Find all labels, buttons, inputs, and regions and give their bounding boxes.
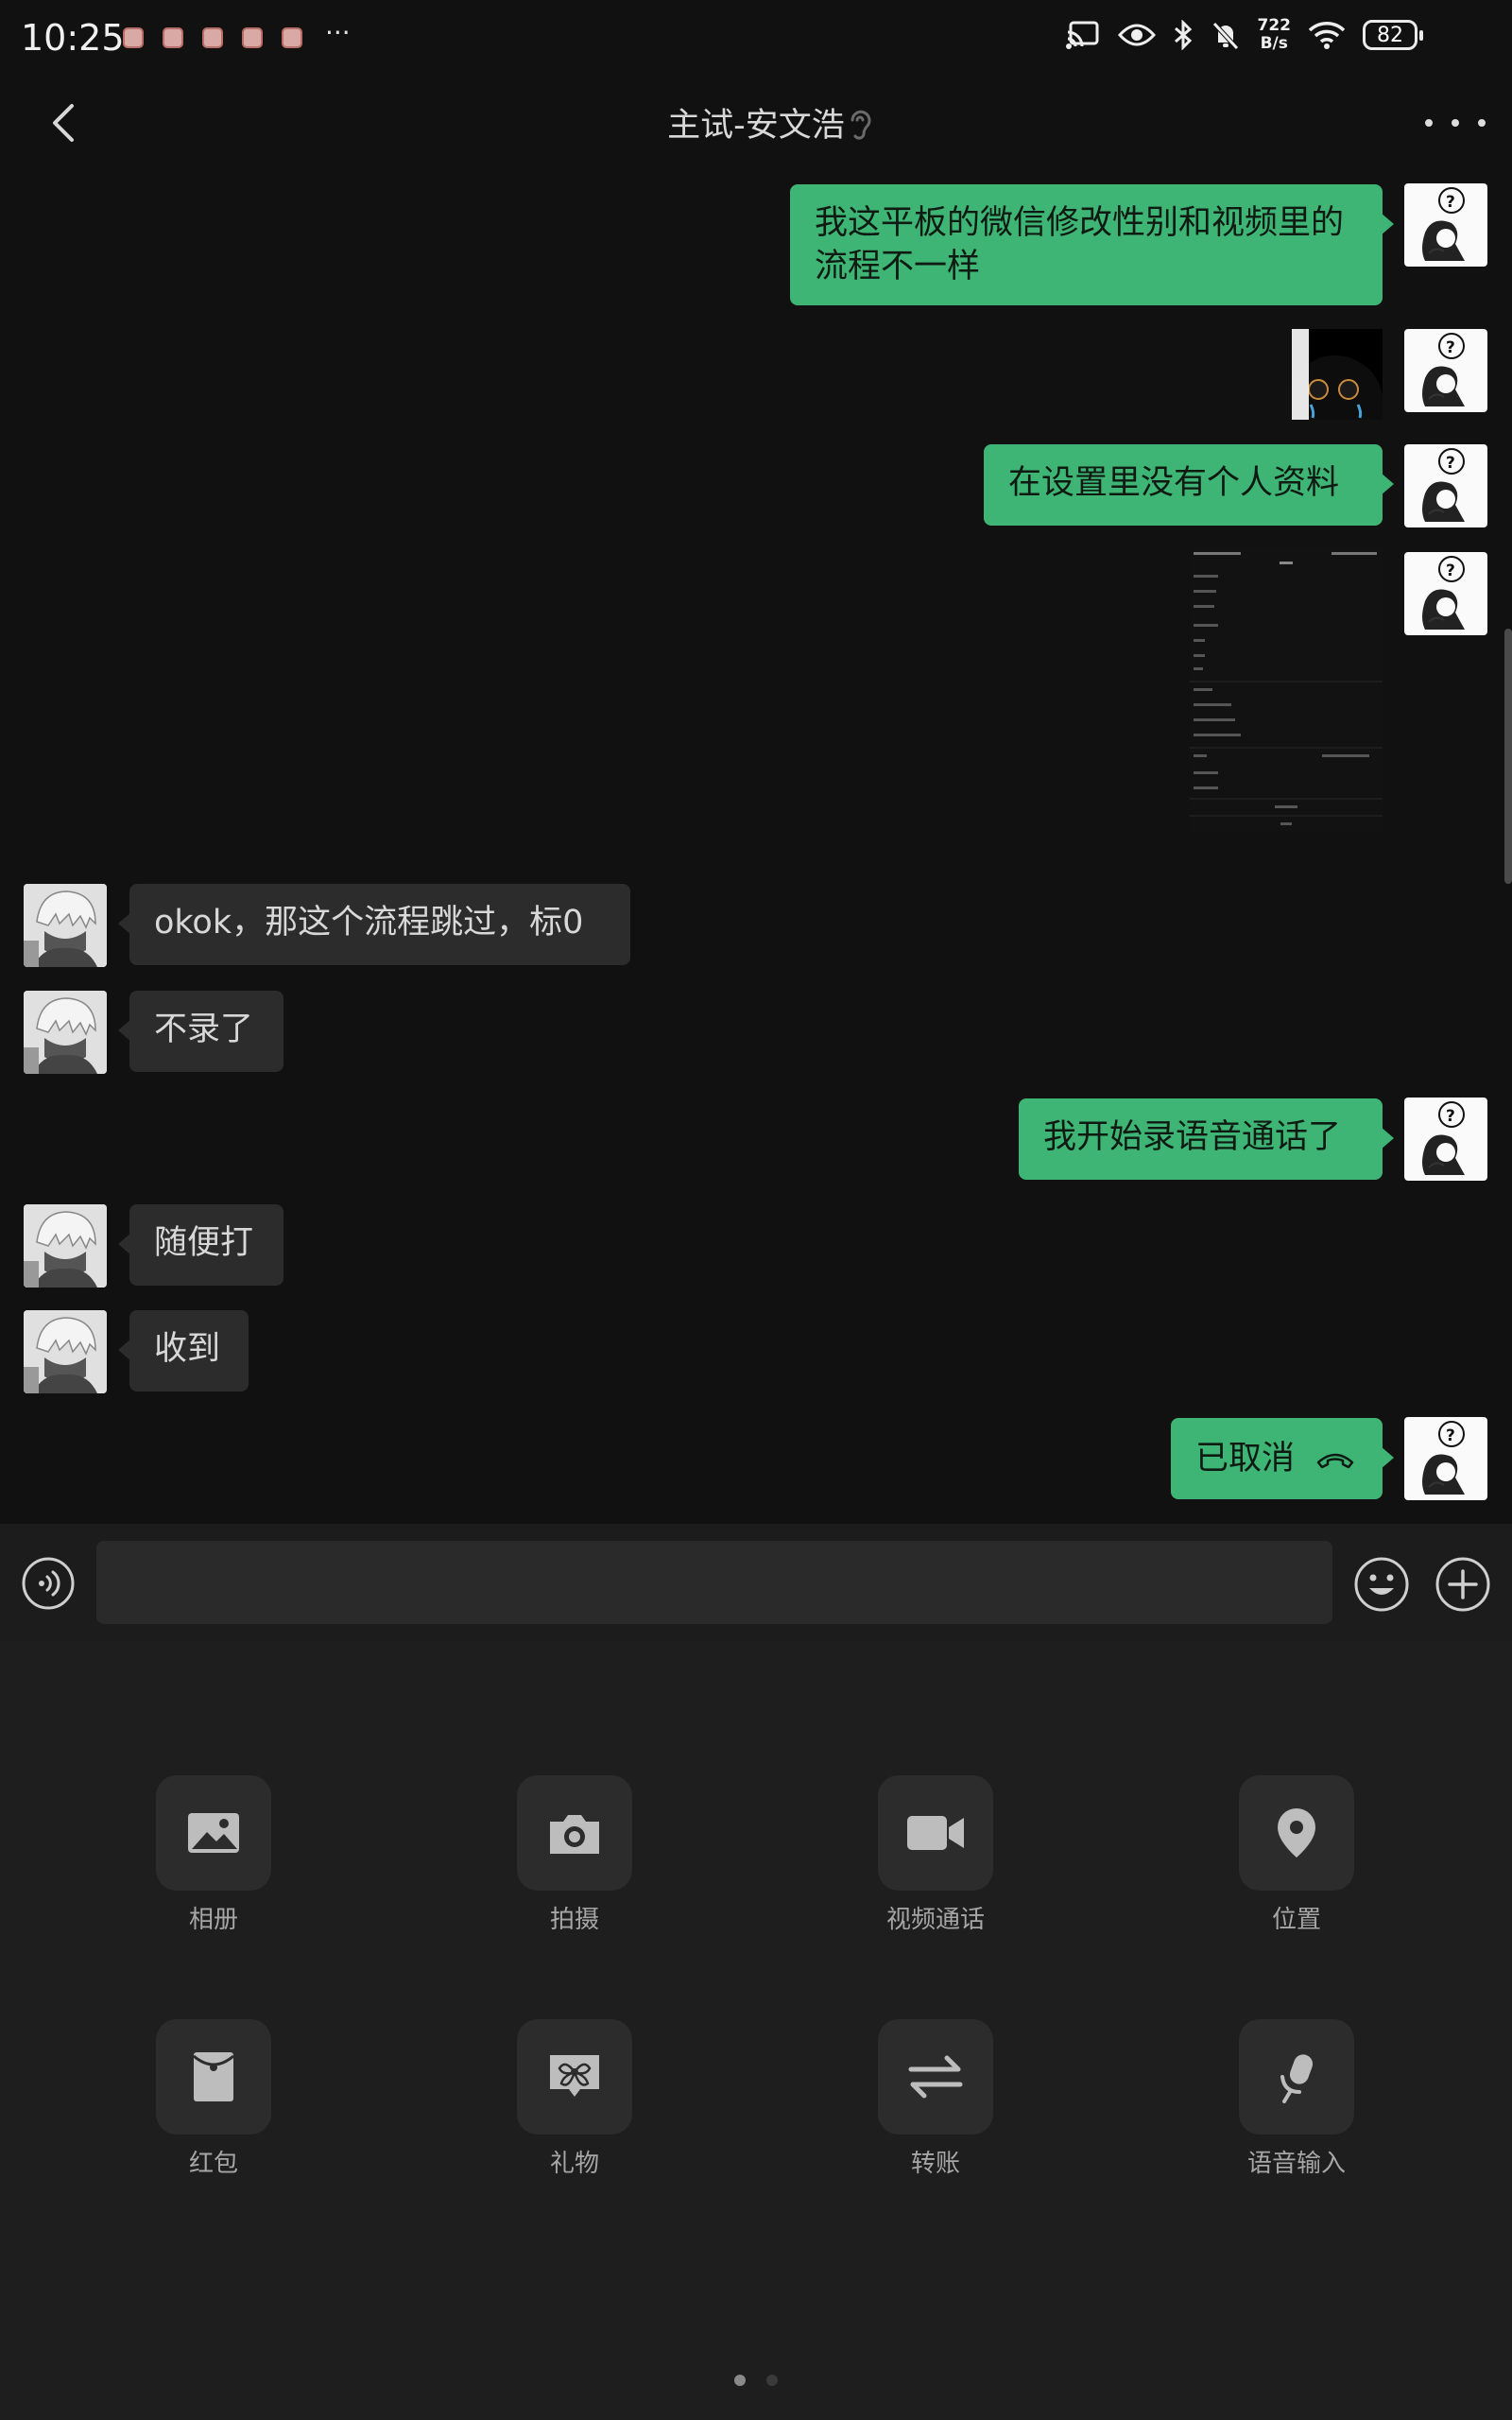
cast-icon — [1065, 21, 1098, 49]
tool-label: 相册 — [188, 1906, 238, 1934]
message-bubble-received[interactable]: 随便打 — [118, 1204, 284, 1286]
app-notification-icon — [123, 26, 144, 48]
contact-avatar[interactable] — [24, 884, 107, 967]
svg-text:?: ? — [1446, 338, 1455, 357]
tool-location[interactable]: 位置 — [1202, 1775, 1391, 1935]
call-record-bubble[interactable]: 已取消 — [1171, 1418, 1394, 1499]
contact-avatar[interactable] — [24, 1204, 107, 1288]
tool-gift[interactable]: 礼物 — [480, 2019, 669, 2179]
network-speed: 722 B/s — [1257, 16, 1292, 53]
svg-text:?: ? — [1446, 454, 1455, 473]
voice-message-icon[interactable] — [21, 1556, 76, 1611]
chat-title: 主试-安文浩 — [667, 107, 845, 145]
message-bubble-sent[interactable]: 我这平板的微信修改性别和视频里的流程不一样 — [790, 184, 1394, 305]
message-bubble-sent[interactable]: 我开始录语音通话了 — [1019, 1098, 1394, 1180]
mute-bell-icon — [1211, 22, 1239, 50]
contact-avatar-image — [24, 884, 107, 967]
message-bubble-sent[interactable]: 在设置里没有个人资料 — [984, 444, 1394, 526]
emoji-icon[interactable] — [1353, 1556, 1410, 1613]
app-notification-icon — [202, 26, 223, 48]
wifi-icon — [1308, 22, 1346, 49]
svg-text:?: ? — [1446, 1107, 1455, 1126]
tool-label: 转账 — [910, 2150, 960, 2178]
my-avatar[interactable]: ? — [1404, 552, 1487, 635]
panel-pagination — [0, 2375, 1512, 2386]
my-avatar-image: ? — [1422, 556, 1465, 630]
location-icon — [1278, 1808, 1315, 1858]
app-notification-icon — [282, 26, 302, 48]
my-avatar-image: ? — [1422, 448, 1465, 522]
page-dot-1[interactable] — [734, 2375, 746, 2386]
tool-red-packet[interactable]: 红包 — [119, 2019, 308, 2179]
tool-album[interactable]: 相册 — [119, 1775, 308, 1935]
tool-transfer[interactable]: 转账 — [841, 2019, 1030, 2179]
add-more-icon[interactable] — [1435, 1556, 1491, 1613]
voice-input-icon — [1280, 2054, 1314, 2103]
tool-label: 语音输入 — [1246, 2150, 1346, 2178]
my-avatar[interactable]: ? — [1404, 183, 1487, 267]
my-avatar-image: ? — [1422, 333, 1465, 406]
notification-icons: ··· — [123, 17, 351, 48]
scrollbar[interactable] — [1504, 629, 1512, 884]
tool-voice-input[interactable]: 语音输入 — [1202, 2019, 1391, 2179]
contact-avatar-image — [24, 991, 107, 1074]
more-notifications-indicator: ··· — [325, 17, 351, 48]
contact-avatar[interactable] — [24, 1310, 107, 1393]
svg-text:?: ? — [1446, 193, 1455, 212]
red-packet-icon — [193, 2052, 234, 2101]
tool-label: 位置 — [1271, 1906, 1321, 1934]
gift-icon — [550, 2055, 599, 2097]
tool-video-call[interactable]: 视频通话 — [841, 1775, 1030, 1935]
battery-icon: 82 — [1363, 20, 1423, 50]
my-avatar[interactable]: ? — [1404, 444, 1487, 527]
my-avatar-image: ? — [1422, 1421, 1465, 1495]
tool-label: 礼物 — [549, 2150, 599, 2178]
my-avatar-image: ? — [1422, 1101, 1465, 1175]
my-avatar[interactable]: ? — [1404, 1417, 1487, 1500]
eye-comfort-icon — [1117, 24, 1156, 46]
more-options-icon[interactable] — [1425, 104, 1486, 142]
contact-avatar-image — [24, 1204, 107, 1288]
status-icons: 722 B/s 82 — [1065, 16, 1423, 53]
album-icon — [188, 1813, 239, 1853]
contact-avatar-image — [24, 1310, 107, 1393]
app-notification-icon — [163, 26, 183, 48]
contact-avatar[interactable] — [24, 991, 107, 1074]
tool-label: 红包 — [188, 2150, 238, 2178]
svg-text:?: ? — [1446, 1426, 1455, 1445]
my-avatar-image: ? — [1422, 187, 1465, 261]
transfer-icon — [908, 2055, 963, 2099]
chat-header: 主试-安文浩 — [0, 76, 1512, 170]
tool-label: 拍摄 — [549, 1906, 599, 1934]
message-bubble-received[interactable]: 不录了 — [118, 991, 284, 1072]
call-status-text: 已取消 — [1195, 1440, 1296, 1478]
message-list[interactable]: 我这平板的微信修改性别和视频里的流程不一样 ? ? 在设置里没有个人资料 ? ?… — [0, 170, 1512, 1522]
my-avatar[interactable]: ? — [1404, 1098, 1487, 1181]
my-avatar[interactable]: ? — [1404, 329, 1487, 412]
message-input[interactable] — [96, 1541, 1332, 1624]
screenshot-image[interactable] — [1190, 548, 1383, 832]
app-notification-icon — [242, 26, 263, 48]
svg-text:?: ? — [1446, 562, 1455, 580]
earpiece-mode-icon — [850, 110, 871, 140]
status-bar: 10:25 ··· 722 B/s 82 — [0, 0, 1512, 76]
tool-label: 视频通话 — [885, 1906, 985, 1934]
video-call-icon — [907, 1816, 964, 1850]
status-time: 10:25 — [21, 17, 125, 59]
input-bar — [0, 1524, 1512, 1641]
page-dot-2[interactable] — [766, 2375, 778, 2386]
bluetooth-icon — [1174, 20, 1192, 50]
phone-hangup-icon — [1316, 1453, 1354, 1469]
sticker-image[interactable] — [1292, 329, 1383, 420]
tool-camera[interactable]: 拍摄 — [480, 1775, 669, 1935]
camera-icon — [550, 1815, 599, 1854]
message-bubble-received[interactable]: okok，那这个流程跳过，标0 — [118, 884, 630, 965]
message-bubble-received[interactable]: 收到 — [118, 1310, 249, 1392]
